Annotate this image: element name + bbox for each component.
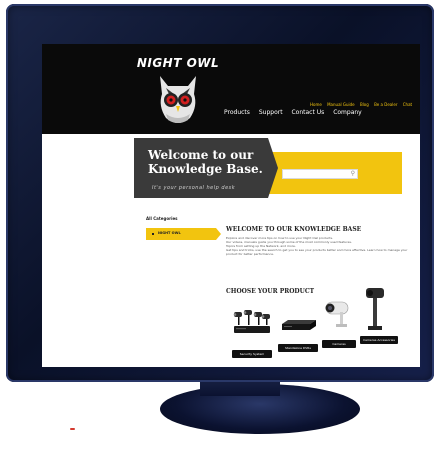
power-led xyxy=(70,428,75,430)
hero-subtitle: It's your personal help desk xyxy=(152,185,236,191)
category-item-label: NIGHT OWL xyxy=(158,231,181,235)
bullet-camera-icon[interactable] xyxy=(320,298,354,334)
welcome-body: Explore and discover more tips on how to… xyxy=(226,236,408,256)
main-nav: Products Support Contact Us Company xyxy=(224,109,369,116)
category-item-night-owl[interactable] xyxy=(146,228,216,240)
hero-title-line1: Welcome to our xyxy=(148,148,254,162)
top-link-manual-guide[interactable]: Manual Guide xyxy=(327,102,355,107)
site-header: NIGHT OWL Home Manual Guide Blog Be a De… xyxy=(42,44,420,134)
choose-product-heading: CHOOSE YOUR PRODUCT xyxy=(226,288,315,295)
product-button-camera-accessories[interactable]: Cameras Accessories xyxy=(360,336,398,344)
site-logo[interactable]: NIGHT OWL xyxy=(132,54,224,130)
search-icon[interactable]: ⚲ xyxy=(351,170,355,177)
category-item-arrow xyxy=(216,228,221,240)
categories-heading: All Categories xyxy=(146,216,178,221)
bullet-icon xyxy=(152,233,154,235)
monitor-screen: NIGHT OWL Home Manual Guide Blog Be a De… xyxy=(42,44,420,367)
top-link-home[interactable]: Home xyxy=(310,102,322,107)
top-link-chat[interactable]: Chat xyxy=(403,102,412,107)
welcome-line: product for better performance. xyxy=(226,252,274,256)
nav-products[interactable]: Products xyxy=(224,109,250,116)
owl-logo-icon xyxy=(160,76,196,123)
monitor-bezel: NIGHT OWL Home Manual Guide Blog Be a De… xyxy=(6,4,434,382)
nav-company[interactable]: Company xyxy=(333,109,362,116)
welcome-heading: WELCOME TO OUR KNOWLEDGE BASE xyxy=(226,226,362,233)
security-system-kit-icon[interactable] xyxy=(230,306,274,336)
dvr-recorder-icon[interactable] xyxy=(280,318,318,332)
hero-title-line2: Knowledge Base. xyxy=(148,162,263,176)
camera-mount-icon[interactable] xyxy=(360,286,390,334)
brand-name: NIGHT OWL xyxy=(136,56,220,70)
nav-support[interactable]: Support xyxy=(259,109,283,116)
hero-title: Welcome to our Knowledge Base. xyxy=(148,148,268,176)
top-link-blog[interactable]: Blog xyxy=(360,102,369,107)
nav-contact-us[interactable]: Contact Us xyxy=(291,109,324,116)
product-button-standalone-dvrs[interactable]: Standalone DVRs xyxy=(278,344,318,352)
product-button-cameras[interactable]: Cameras xyxy=(322,340,356,348)
search-input[interactable]: ⚲ xyxy=(282,169,358,179)
top-links: Home Manual Guide Blog Be a Dealer Chat xyxy=(310,102,416,107)
top-link-dealer[interactable]: Be a Dealer xyxy=(374,102,397,107)
product-button-security-system[interactable]: Security System xyxy=(232,350,272,358)
